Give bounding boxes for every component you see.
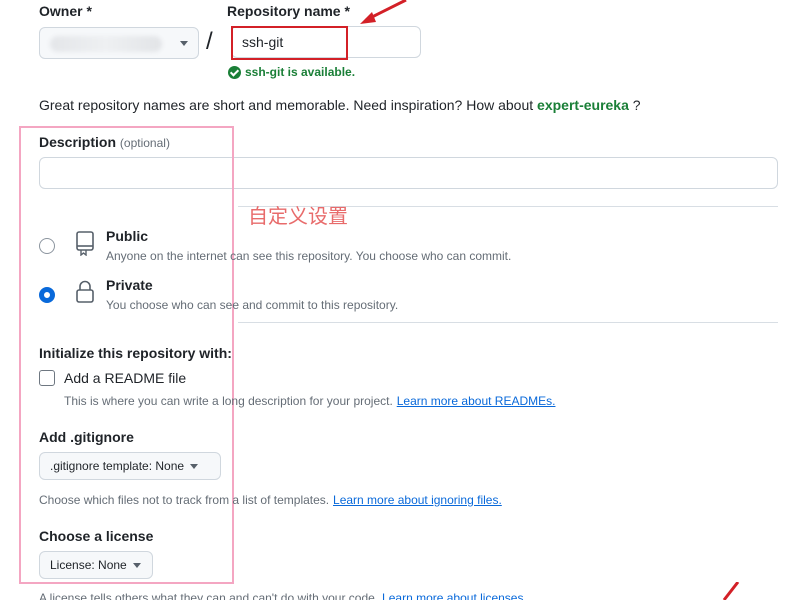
check-circle-icon — [228, 65, 241, 79]
gitignore-template-select[interactable]: .gitignore template: None — [39, 452, 221, 480]
divider — [238, 322, 778, 323]
owner-value-redacted — [50, 36, 162, 52]
visibility-public-radio[interactable] — [39, 238, 55, 254]
name-suggestion-link[interactable]: expert-eureka — [537, 97, 629, 113]
hint-suffix: ? — [632, 97, 641, 113]
visibility-public-title: Public — [106, 228, 149, 244]
repo-availability: ssh-git is available. — [228, 65, 355, 79]
availability-text: ssh-git is available. — [245, 65, 356, 79]
visibility-private-desc: You choose who can see and commit to thi… — [106, 298, 399, 312]
annotation-arrow-icon — [722, 582, 740, 600]
description-input[interactable] — [39, 157, 778, 189]
readme-desc: This is where you can write a long descr… — [64, 394, 393, 408]
gitignore-desc: Choose which files not to track from a l… — [39, 493, 330, 507]
repo-icon — [76, 231, 94, 256]
add-readme-checkbox[interactable] — [39, 370, 55, 386]
readme-help: This is where you can write a long descr… — [64, 392, 555, 408]
gitignore-select-label: .gitignore template: None — [50, 459, 185, 473]
owner-repo-separator: / — [206, 28, 213, 55]
description-label: Description (optional) — [39, 134, 170, 150]
annotation-label: 自定义设置 — [248, 206, 348, 228]
owner-label: Owner * — [39, 3, 92, 19]
lock-icon — [76, 280, 94, 303]
visibility-public-desc: Anyone on the internet can see this repo… — [106, 249, 512, 263]
repo-name-hint: Great repository names are short and mem… — [39, 97, 641, 113]
gitignore-help: Choose which files not to track from a l… — [39, 491, 502, 507]
visibility-private-radio[interactable] — [39, 287, 55, 303]
learn-more-ignoring-link[interactable]: Learn more about ignoring files. — [333, 493, 502, 507]
learn-more-licenses-link[interactable]: Learn more about licenses. — [382, 591, 527, 600]
repo-name-input[interactable] — [231, 26, 421, 58]
initialize-heading: Initialize this repository with: — [39, 345, 232, 361]
license-select[interactable]: License: None — [39, 551, 153, 579]
chevron-down-icon — [180, 40, 188, 46]
description-label-text: Description — [39, 134, 117, 150]
license-help: A license tells others what they can and… — [39, 589, 527, 600]
owner-select[interactable] — [39, 27, 199, 59]
visibility-private-title: Private — [106, 277, 153, 293]
learn-more-readmes-link[interactable]: Learn more about READMEs. — [397, 394, 556, 408]
chevron-down-icon — [132, 562, 141, 568]
gitignore-heading: Add .gitignore — [39, 429, 134, 445]
license-select-label: License: None — [50, 558, 127, 572]
optional-tag: (optional) — [119, 136, 170, 150]
repo-name-label: Repository name * — [227, 3, 350, 19]
license-heading: Choose a license — [39, 528, 154, 544]
add-readme-label[interactable]: Add a README file — [64, 370, 186, 386]
hint-text: Great repository names are short and mem… — [39, 97, 534, 113]
license-desc: A license tells others what they can and… — [39, 591, 379, 600]
chevron-down-icon — [190, 463, 199, 469]
